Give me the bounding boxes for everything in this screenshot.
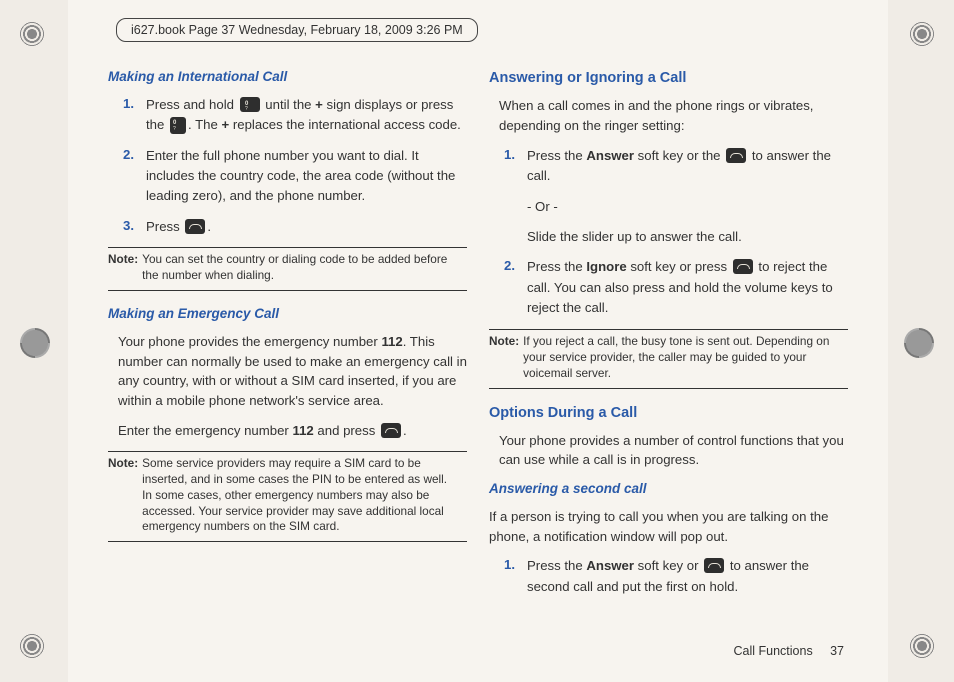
separator bbox=[108, 290, 467, 291]
registration-mark-icon bbox=[908, 632, 936, 660]
page-footer: Call Functions 37 bbox=[734, 644, 844, 658]
paragraph: Your phone provides a number of control … bbox=[489, 431, 848, 471]
call-key-icon bbox=[726, 148, 746, 163]
call-key-icon bbox=[704, 558, 724, 573]
page-header: i627.book Page 37 Wednesday, February 18… bbox=[116, 18, 478, 42]
note: Note: Some service providers may require… bbox=[108, 456, 467, 536]
call-key-icon bbox=[185, 219, 205, 234]
separator bbox=[108, 541, 467, 542]
step-number: 1. bbox=[499, 556, 515, 597]
note: Note: If you reject a call, the busy ton… bbox=[489, 334, 848, 382]
step-number: 2. bbox=[499, 257, 515, 318]
note: Note: You can set the country or dialing… bbox=[108, 252, 467, 284]
heading-emergency-call: Making an Emergency Call bbox=[108, 305, 467, 324]
step-number: 2. bbox=[118, 146, 134, 207]
paragraph: Your phone provides the emergency number… bbox=[108, 332, 467, 411]
step-text: Press and hold 0? until the + sign displ… bbox=[146, 95, 467, 136]
note-text: If you reject a call, the busy tone is s… bbox=[523, 334, 848, 382]
step-number: 1. bbox=[118, 95, 134, 136]
separator bbox=[489, 388, 848, 389]
svg-text:?: ? bbox=[173, 126, 176, 132]
separator bbox=[489, 329, 848, 330]
heading-second-call: Answering a second call bbox=[489, 480, 848, 499]
step-text: Press . bbox=[146, 217, 467, 237]
note-text: You can set the country or dialing code … bbox=[142, 252, 467, 284]
footer-page-number: 37 bbox=[830, 644, 844, 658]
step-text: Enter the full phone number you want to … bbox=[146, 146, 467, 207]
right-column: Answering or Ignoring a Call When a call… bbox=[489, 68, 848, 607]
step: 2. Enter the full phone number you want … bbox=[118, 146, 467, 207]
step-text: Press the Answer soft key or to answer t… bbox=[527, 556, 848, 597]
color-wheel-icon bbox=[904, 328, 934, 358]
registration-mark-icon bbox=[18, 20, 46, 48]
step-number: 3. bbox=[118, 217, 134, 237]
note-label: Note: bbox=[489, 334, 519, 382]
note-text: Some service providers may require a SIM… bbox=[142, 456, 467, 536]
zero-key-icon: 0? bbox=[170, 117, 186, 134]
registration-mark-icon bbox=[18, 632, 46, 660]
separator bbox=[108, 451, 467, 452]
paragraph: When a call comes in and the phone rings… bbox=[489, 96, 848, 136]
heading-answering: Answering or Ignoring a Call bbox=[489, 68, 848, 88]
step: 1. Press and hold 0? until the + sign di… bbox=[118, 95, 467, 136]
registration-mark-icon bbox=[908, 20, 936, 48]
page-body: i627.book Page 37 Wednesday, February 18… bbox=[68, 0, 888, 682]
zero-key-icon: 0? bbox=[240, 97, 260, 112]
svg-text:?: ? bbox=[245, 106, 248, 110]
heading-intl-call: Making an International Call bbox=[108, 68, 467, 87]
note-label: Note: bbox=[108, 456, 138, 536]
step: 1. Press the Answer soft key or the to a… bbox=[499, 146, 848, 248]
separator bbox=[108, 247, 467, 248]
heading-options: Options During a Call bbox=[489, 403, 848, 423]
step: 2. Press the Ignore soft key or press to… bbox=[499, 257, 848, 318]
left-column: Making an International Call 1. Press an… bbox=[108, 68, 467, 607]
footer-label: Call Functions bbox=[734, 644, 813, 658]
call-key-icon bbox=[733, 259, 753, 274]
paragraph: Enter the emergency number 112 and press… bbox=[108, 421, 467, 441]
step: 1. Press the Answer soft key or to answe… bbox=[499, 556, 848, 597]
call-key-icon bbox=[381, 423, 401, 438]
note-label: Note: bbox=[108, 252, 138, 284]
step: 3. Press . bbox=[118, 217, 467, 237]
paragraph: If a person is trying to call you when y… bbox=[489, 507, 848, 547]
color-wheel-icon bbox=[20, 328, 50, 358]
step-number: 1. bbox=[499, 146, 515, 248]
step-text: Press the Ignore soft key or press to re… bbox=[527, 257, 848, 318]
step-text: Press the Answer soft key or the to answ… bbox=[527, 146, 848, 248]
